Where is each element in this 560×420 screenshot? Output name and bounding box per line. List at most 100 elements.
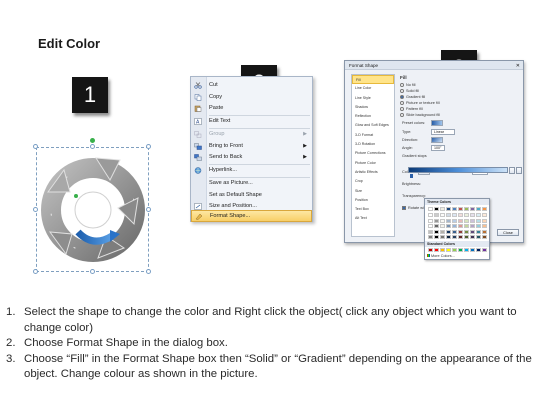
theme-color-swatch[interactable] [476, 229, 481, 234]
theme-color-swatch[interactable] [434, 235, 439, 239]
fill-option-gradient[interactable]: Gradient fill [400, 95, 425, 99]
theme-color-swatch[interactable] [476, 207, 481, 211]
theme-color-swatch[interactable] [458, 218, 463, 223]
theme-color-swatch[interactable] [434, 218, 439, 223]
menu-item-cut[interactable]: Cut [191, 80, 312, 92]
theme-color-swatch[interactable] [446, 224, 451, 229]
menu-item-save-as-picture[interactable]: Save as Picture... [191, 178, 312, 190]
theme-color-swatch[interactable] [434, 213, 439, 218]
close-button[interactable]: Close [497, 229, 519, 236]
nav-item-shadow[interactable]: Shadow [352, 103, 394, 112]
radio[interactable] [400, 89, 404, 93]
theme-color-swatch[interactable] [428, 224, 433, 229]
theme-color-swatch[interactable] [434, 229, 439, 234]
add-stop-button[interactable] [509, 167, 515, 174]
resize-handle-tl[interactable] [33, 144, 38, 149]
theme-color-swatch[interactable] [434, 224, 439, 229]
theme-color-swatch[interactable] [458, 224, 463, 229]
menu-item-bring-to-front[interactable]: Bring to Front ▶ [191, 141, 312, 153]
theme-color-swatch[interactable] [428, 229, 433, 234]
theme-color-swatch[interactable] [482, 229, 487, 234]
menu-item-hyperlink[interactable]: Hyperlink... [191, 165, 312, 177]
nav-item-position[interactable]: Position [352, 196, 394, 205]
menu-item-set-default-shape[interactable]: Set as Default Shape [191, 190, 312, 202]
radio[interactable] [400, 101, 404, 105]
fill-option-no-fill[interactable]: No fill [400, 83, 416, 87]
fill-option-solid[interactable]: Solid fill [400, 89, 419, 93]
theme-color-swatch[interactable] [482, 218, 487, 223]
theme-color-swatch[interactable] [470, 235, 475, 239]
theme-color-swatch[interactable] [440, 218, 445, 223]
theme-color-swatch[interactable] [464, 213, 469, 218]
theme-color-swatch[interactable] [476, 213, 481, 218]
rotation-handle[interactable] [90, 138, 95, 143]
standard-color-swatch[interactable] [434, 248, 439, 252]
theme-color-swatch[interactable] [452, 218, 457, 223]
theme-color-swatch[interactable] [452, 213, 457, 218]
theme-color-swatch[interactable] [464, 229, 469, 234]
standard-color-swatch[interactable] [476, 248, 481, 252]
theme-color-swatch[interactable] [440, 235, 445, 239]
more-colors-link[interactable]: More Colors... [431, 254, 455, 258]
theme-color-swatch[interactable] [464, 235, 469, 239]
nav-item-fill[interactable]: Fill [352, 75, 394, 85]
direction-dropdown[interactable] [431, 137, 443, 143]
theme-color-swatch[interactable] [458, 213, 463, 218]
nav-item-reflection[interactable]: Reflection [352, 112, 394, 121]
theme-color-swatch[interactable] [446, 213, 451, 218]
fill-option-picture[interactable]: Picture or texture fill [400, 101, 440, 105]
theme-color-swatch[interactable] [452, 224, 457, 229]
theme-color-swatch[interactable] [482, 213, 487, 218]
radio[interactable] [400, 83, 404, 87]
type-select[interactable]: Linear [431, 129, 455, 135]
menu-item-format-shape[interactable]: Format Shape... [191, 210, 312, 222]
theme-color-swatch[interactable] [464, 218, 469, 223]
angle-input[interactable]: 100° [431, 145, 445, 151]
nav-item-line-color[interactable]: Line Color [352, 84, 394, 93]
theme-color-swatch[interactable] [428, 218, 433, 223]
menu-item-edit-text[interactable]: A Edit Text [191, 116, 312, 128]
standard-color-swatch[interactable] [470, 248, 475, 252]
nav-item-artistic-effects[interactable]: Artistic Effects [352, 168, 394, 177]
theme-color-swatch[interactable] [446, 207, 451, 211]
theme-color-swatch[interactable] [470, 218, 475, 223]
standard-color-swatch[interactable] [458, 248, 463, 252]
standard-color-swatch[interactable] [464, 248, 469, 252]
standard-color-swatch[interactable] [440, 248, 445, 252]
standard-color-swatch[interactable] [482, 248, 487, 252]
menu-item-copy[interactable]: Copy [191, 92, 312, 104]
nav-item-alt-text[interactable]: Alt Text [352, 214, 394, 223]
gradient-stops-bar[interactable] [408, 167, 508, 173]
standard-color-swatch[interactable] [446, 248, 451, 252]
theme-color-swatch[interactable] [458, 235, 463, 239]
theme-color-swatch[interactable] [482, 235, 487, 239]
nav-item-picture-corrections[interactable]: Picture Corrections [352, 149, 394, 158]
radio[interactable] [400, 107, 404, 111]
theme-color-swatch[interactable] [476, 235, 481, 239]
theme-color-swatch[interactable] [446, 218, 451, 223]
theme-color-swatch[interactable] [452, 235, 457, 239]
nav-item-crop[interactable]: Crop [352, 177, 394, 186]
theme-color-swatch[interactable] [440, 224, 445, 229]
theme-color-swatch[interactable] [476, 224, 481, 229]
theme-color-swatch[interactable] [482, 224, 487, 229]
nav-item-glow[interactable]: Glow and Soft Edges [352, 121, 394, 130]
radio[interactable] [400, 113, 404, 117]
remove-stop-button[interactable] [516, 167, 522, 174]
nav-item-text-box[interactable]: Text Box [352, 205, 394, 214]
theme-color-swatch[interactable] [470, 207, 475, 211]
theme-color-swatch[interactable] [452, 207, 457, 211]
theme-color-swatch[interactable] [446, 235, 451, 239]
fill-option-pattern[interactable]: Pattern fill [400, 107, 423, 111]
menu-item-send-to-back[interactable]: Send to Back ▶ [191, 152, 312, 164]
theme-color-swatch[interactable] [428, 235, 433, 239]
resize-handle-tr[interactable] [146, 144, 151, 149]
menu-item-paste[interactable]: Paste [191, 103, 312, 115]
fill-option-slide-bg[interactable]: Slide background fill [400, 113, 440, 117]
nav-item-size[interactable]: Size [352, 187, 394, 196]
theme-color-swatch[interactable] [476, 218, 481, 223]
nav-item-3d-rotation[interactable]: 3-D Rotation [352, 140, 394, 149]
theme-color-swatch[interactable] [470, 213, 475, 218]
theme-color-swatch[interactable] [470, 229, 475, 234]
theme-color-swatch[interactable] [440, 213, 445, 218]
